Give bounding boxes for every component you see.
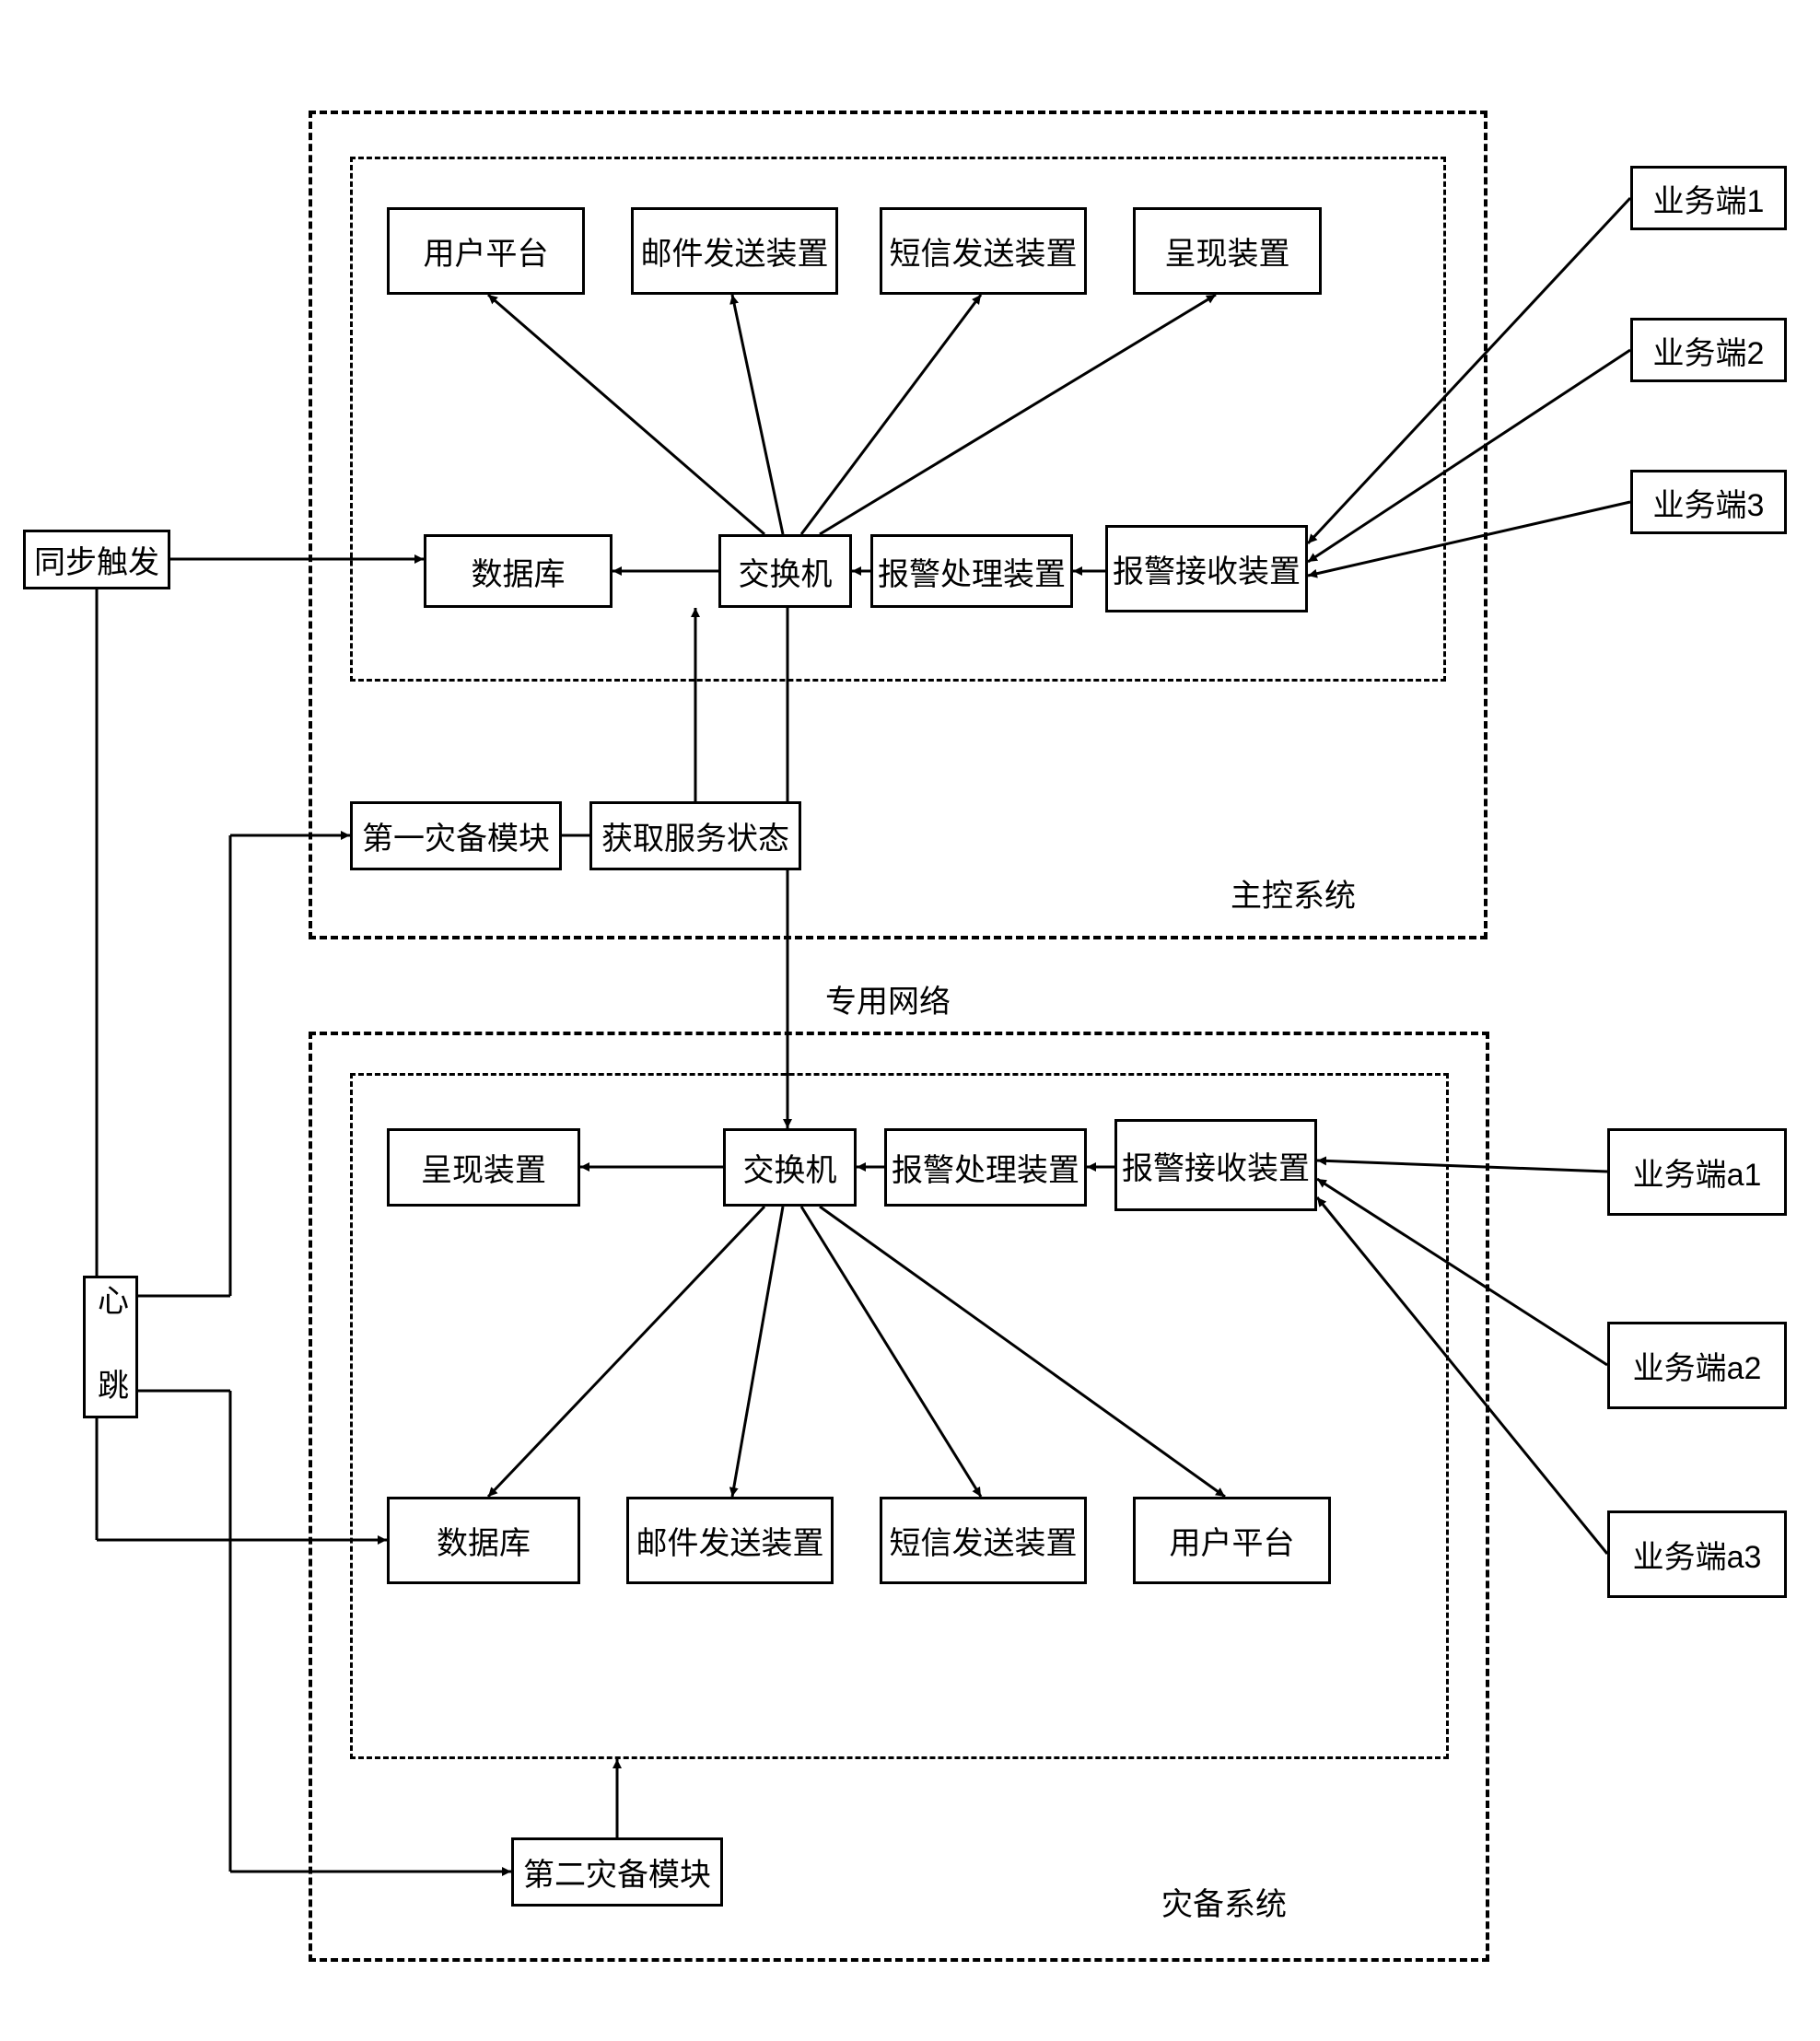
backup-database: 数据库 (387, 1497, 580, 1584)
biz-backup-a3: 业务端a3 (1607, 1510, 1787, 1598)
backup-system-label: 灾备系统 (1156, 1879, 1292, 1924)
main-sms-sender: 短信发送装置 (880, 207, 1087, 295)
biz-main-3-label: 业务端3 (1653, 480, 1765, 525)
main-alarm-receiver: 报警接收装置 (1105, 525, 1308, 612)
private-network-label: 专用网络 (820, 976, 956, 1021)
main-presenter-label: 呈现装置 (1165, 228, 1290, 274)
heartbeat-label: 心 跳 (88, 1284, 134, 1411)
biz-main-2-label: 业务端2 (1653, 328, 1765, 373)
backup-mail-sender-label: 邮件发送装置 (636, 1518, 824, 1563)
backup-mail-sender: 邮件发送装置 (626, 1497, 834, 1584)
backup-switch: 交换机 (723, 1128, 857, 1207)
main-presenter: 呈现装置 (1133, 207, 1322, 295)
backup-presenter: 呈现装置 (387, 1128, 580, 1207)
main-database: 数据库 (424, 534, 612, 608)
main-switch: 交换机 (718, 534, 852, 608)
main-user-platform: 用户平台 (387, 207, 585, 295)
main-user-platform-label: 用户平台 (424, 228, 549, 274)
dr-module-2: 第二灾备模块 (511, 1837, 723, 1907)
sync-trigger-box: 同步触发 (23, 530, 170, 589)
backup-presenter-label: 呈现装置 (421, 1145, 546, 1190)
main-database-label: 数据库 (472, 549, 566, 594)
biz-backup-a1-label: 业务端a1 (1633, 1149, 1762, 1195)
dr-module-1-label: 第一灾备模块 (362, 813, 550, 858)
main-system-label: 主控系统 (1225, 870, 1361, 916)
main-mail-sender-label: 邮件发送装置 (641, 228, 829, 274)
biz-backup-a1: 业务端a1 (1607, 1128, 1787, 1216)
dr-module-2-label: 第二灾备模块 (523, 1849, 711, 1895)
heartbeat-box: 心 跳 (83, 1276, 138, 1418)
biz-main-1-label: 业务端1 (1653, 176, 1765, 221)
biz-backup-a2-label: 业务端a2 (1633, 1343, 1762, 1388)
backup-sms-sender-label: 短信发送装置 (890, 1518, 1078, 1563)
get-service-status-label: 获取服务状态 (601, 813, 789, 858)
biz-main-3: 业务端3 (1630, 470, 1787, 534)
dr-module-1: 第一灾备模块 (350, 801, 562, 870)
main-alarm-handler: 报警处理装置 (870, 534, 1073, 608)
biz-main-1: 业务端1 (1630, 166, 1787, 230)
biz-main-2: 业务端2 (1630, 318, 1787, 382)
main-alarm-handler-label: 报警处理装置 (878, 549, 1066, 594)
backup-switch-label: 交换机 (743, 1145, 837, 1190)
main-mail-sender: 邮件发送装置 (631, 207, 838, 295)
backup-alarm-receiver-label: 报警接收装置 (1122, 1143, 1310, 1188)
backup-database-label: 数据库 (437, 1518, 531, 1563)
backup-user-platform-label: 用户平台 (1170, 1518, 1295, 1563)
get-service-status: 获取服务状态 (589, 801, 801, 870)
backup-alarm-receiver: 报警接收装置 (1114, 1119, 1317, 1211)
backup-sms-sender: 短信发送装置 (880, 1497, 1087, 1584)
backup-alarm-handler: 报警处理装置 (884, 1128, 1087, 1207)
biz-backup-a2: 业务端a2 (1607, 1322, 1787, 1409)
backup-alarm-handler-label: 报警处理装置 (892, 1145, 1079, 1190)
backup-user-platform: 用户平台 (1133, 1497, 1331, 1584)
main-switch-label: 交换机 (739, 549, 833, 594)
main-alarm-receiver-label: 报警接收装置 (1113, 546, 1301, 591)
biz-backup-a3-label: 业务端a3 (1633, 1532, 1762, 1577)
sync-trigger-label: 同步触发 (34, 537, 159, 582)
main-sms-sender-label: 短信发送装置 (890, 228, 1078, 274)
